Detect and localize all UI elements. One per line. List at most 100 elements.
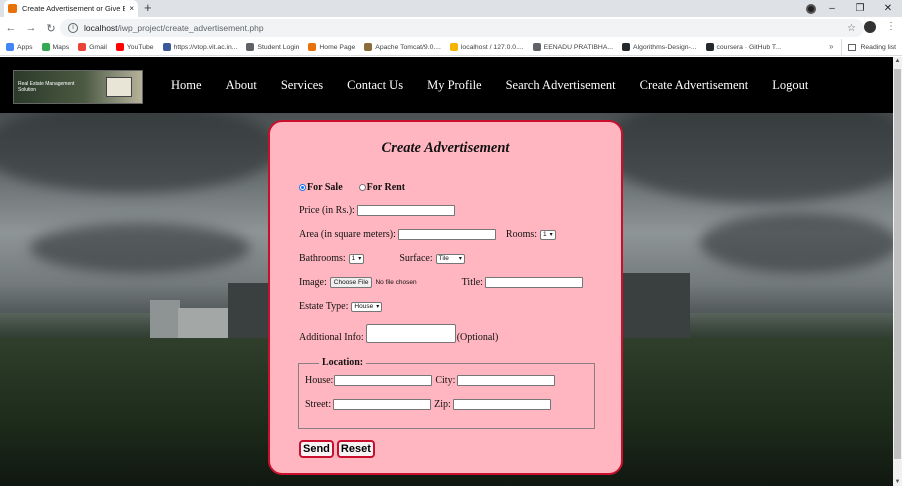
bookmark-favicon-icon — [532, 43, 541, 51]
choose-file-button[interactable]: Choose File — [329, 277, 373, 288]
zip-input[interactable] — [452, 399, 551, 410]
scrollbar-thumb[interactable] — [894, 69, 901, 459]
create-advertisement-form: Create Advertisement For Sale For Rent P… — [268, 120, 623, 475]
web-page: Real Estate Management Solution Home Abo… — [0, 57, 893, 486]
address-bar[interactable]: i localhost /iwp_project/create_advertis… — [60, 19, 864, 37]
account-avatar-icon[interactable] — [864, 21, 876, 33]
optional-label: (Optional) — [456, 332, 499, 343]
send-button[interactable]: Send — [299, 440, 334, 458]
for-sale-radio[interactable] — [299, 184, 306, 191]
surface-select[interactable]: Tile ▾ — [435, 253, 465, 264]
bookmark-item[interactable]: Gmail — [78, 43, 107, 51]
location-fieldset: Location: House: City: Street: Zip: — [298, 357, 595, 429]
white-shed — [150, 300, 180, 338]
bookmark-item[interactable]: Apps — [6, 43, 33, 51]
scroll-down-arrow-icon[interactable]: ▼ — [893, 479, 902, 485]
rooms-label: Rooms: — [505, 229, 538, 240]
bookmark-item[interactable]: Algorithms-Design-... — [622, 43, 697, 51]
white-shed — [178, 308, 228, 338]
bathrooms-select[interactable]: 1 ▾ — [348, 253, 365, 264]
forward-arrow-icon[interactable]: → — [22, 22, 40, 34]
bookmark-favicon-icon — [162, 43, 171, 51]
site-info-icon[interactable]: i — [68, 23, 78, 33]
bookmark-label: localhost / 127.0.0.... — [460, 43, 524, 51]
price-label: Price (in Rs.): — [299, 205, 355, 216]
bookmark-label: YouTube — [126, 43, 154, 51]
bookmark-item[interactable]: localhost / 127.0.0.... — [449, 43, 524, 51]
tab-close-icon[interactable]: × — [129, 4, 134, 13]
site-favicon-icon — [8, 4, 17, 13]
nav-my-profile[interactable]: My Profile — [427, 78, 482, 93]
nav-home[interactable]: Home — [171, 78, 202, 93]
street-input[interactable] — [333, 399, 432, 410]
page-scrollbar[interactable]: ▲ ▼ — [893, 57, 902, 486]
rooms-select[interactable]: 1 ▾ — [540, 229, 556, 240]
bookmark-item[interactable]: Student Login — [246, 43, 299, 51]
bookmark-favicon-icon — [622, 43, 631, 51]
price-input[interactable] — [356, 205, 455, 216]
nav-contact-us[interactable]: Contact Us — [347, 78, 403, 93]
bookmark-label: Maps — [52, 43, 70, 51]
bookmark-favicon-icon — [41, 43, 50, 51]
url-path: /iwp_project/create_advertisement.php — [117, 23, 264, 33]
maximize-button[interactable]: ❐ — [846, 3, 874, 14]
site-logo[interactable]: Real Estate Management Solution — [13, 70, 143, 104]
bathrooms-row: Bathrooms: 1 ▾ Surface: Tile ▾ — [299, 253, 465, 264]
bathrooms-label: Bathrooms: — [299, 253, 346, 264]
city-input[interactable] — [457, 375, 556, 386]
nav-logout[interactable]: Logout — [772, 78, 808, 93]
reading-list-button[interactable]: Reading list — [841, 39, 896, 56]
close-window-button[interactable]: ✕ — [874, 3, 902, 14]
bookmark-item[interactable]: coursera · GitHub T... — [705, 43, 781, 51]
for-rent-radio[interactable] — [358, 184, 366, 191]
bookmark-item[interactable]: EENADU PRATIBHA... — [532, 43, 614, 51]
house-input[interactable] — [334, 375, 433, 386]
title-input[interactable] — [484, 277, 583, 288]
no-file-text: No file chosen — [375, 279, 417, 286]
bookmark-star-icon[interactable]: ☆ — [847, 23, 856, 34]
house-label: House: — [305, 375, 334, 386]
reset-button[interactable]: Reset — [336, 440, 375, 458]
nav-search-advertisement[interactable]: Search Advertisement — [506, 78, 616, 93]
bookmark-favicon-icon — [308, 43, 317, 51]
minimize-button[interactable]: – — [818, 3, 846, 14]
nav-create-advertisement[interactable]: Create Advertisement — [640, 78, 749, 93]
reading-list-label: Reading list — [860, 44, 896, 51]
image-row: Image: Choose File No file chosen Title: — [299, 277, 583, 288]
bookmark-label: Apps — [17, 43, 33, 51]
bookmark-item[interactable]: Maps — [41, 43, 70, 51]
bathrooms-value: 1 — [351, 255, 356, 262]
bookmark-label: Gmail — [89, 43, 107, 51]
zip-label: Zip: — [434, 399, 451, 410]
new-tab-button[interactable]: + — [144, 1, 152, 15]
nav-about[interactable]: About — [226, 78, 257, 93]
bookmark-label: Apache Tomcat/9.0.... — [375, 43, 441, 51]
bookmark-label: EENADU PRATIBHA... — [543, 43, 614, 51]
title-label: Title: — [461, 277, 483, 288]
window-controls: – ❐ ✕ — [818, 0, 902, 17]
scroll-up-arrow-icon[interactable]: ▲ — [893, 58, 902, 64]
bookmark-item[interactable]: YouTube — [115, 43, 154, 51]
estate-type-row: Estate Type: House ▾ — [299, 301, 383, 312]
bookmark-item[interactable]: Home Page — [308, 43, 355, 51]
area-input[interactable] — [397, 229, 496, 240]
back-arrow-icon[interactable]: ← — [2, 22, 20, 34]
nav-services[interactable]: Services — [281, 78, 323, 93]
bookmark-item[interactable]: Apache Tomcat/9.0.... — [364, 43, 441, 51]
bookmarks-more-button[interactable]: » — [829, 42, 833, 51]
browser-profile-icon[interactable] — [806, 4, 816, 14]
bookmark-favicon-icon — [705, 43, 714, 51]
logo-house-image — [106, 77, 132, 97]
additional-info-textarea[interactable] — [365, 324, 456, 343]
chevron-down-icon: ▾ — [549, 232, 553, 238]
reload-icon[interactable]: ↻ — [42, 22, 60, 35]
dark-barn — [620, 273, 690, 338]
chevron-down-icon: ▾ — [458, 256, 462, 262]
bookmark-item[interactable]: https://vtop.vit.ac.in... — [162, 43, 237, 51]
site-nav: Home About Services Contact Us My Profil… — [159, 57, 820, 113]
browser-tab[interactable]: Create Advertisement or Give Est × — [4, 0, 138, 17]
browser-menu-icon[interactable]: ⋮ — [886, 21, 896, 33]
form-title: Create Advertisement — [381, 140, 510, 156]
bookmark-favicon-icon — [6, 43, 14, 51]
estate-type-select[interactable]: House ▾ — [351, 301, 383, 312]
